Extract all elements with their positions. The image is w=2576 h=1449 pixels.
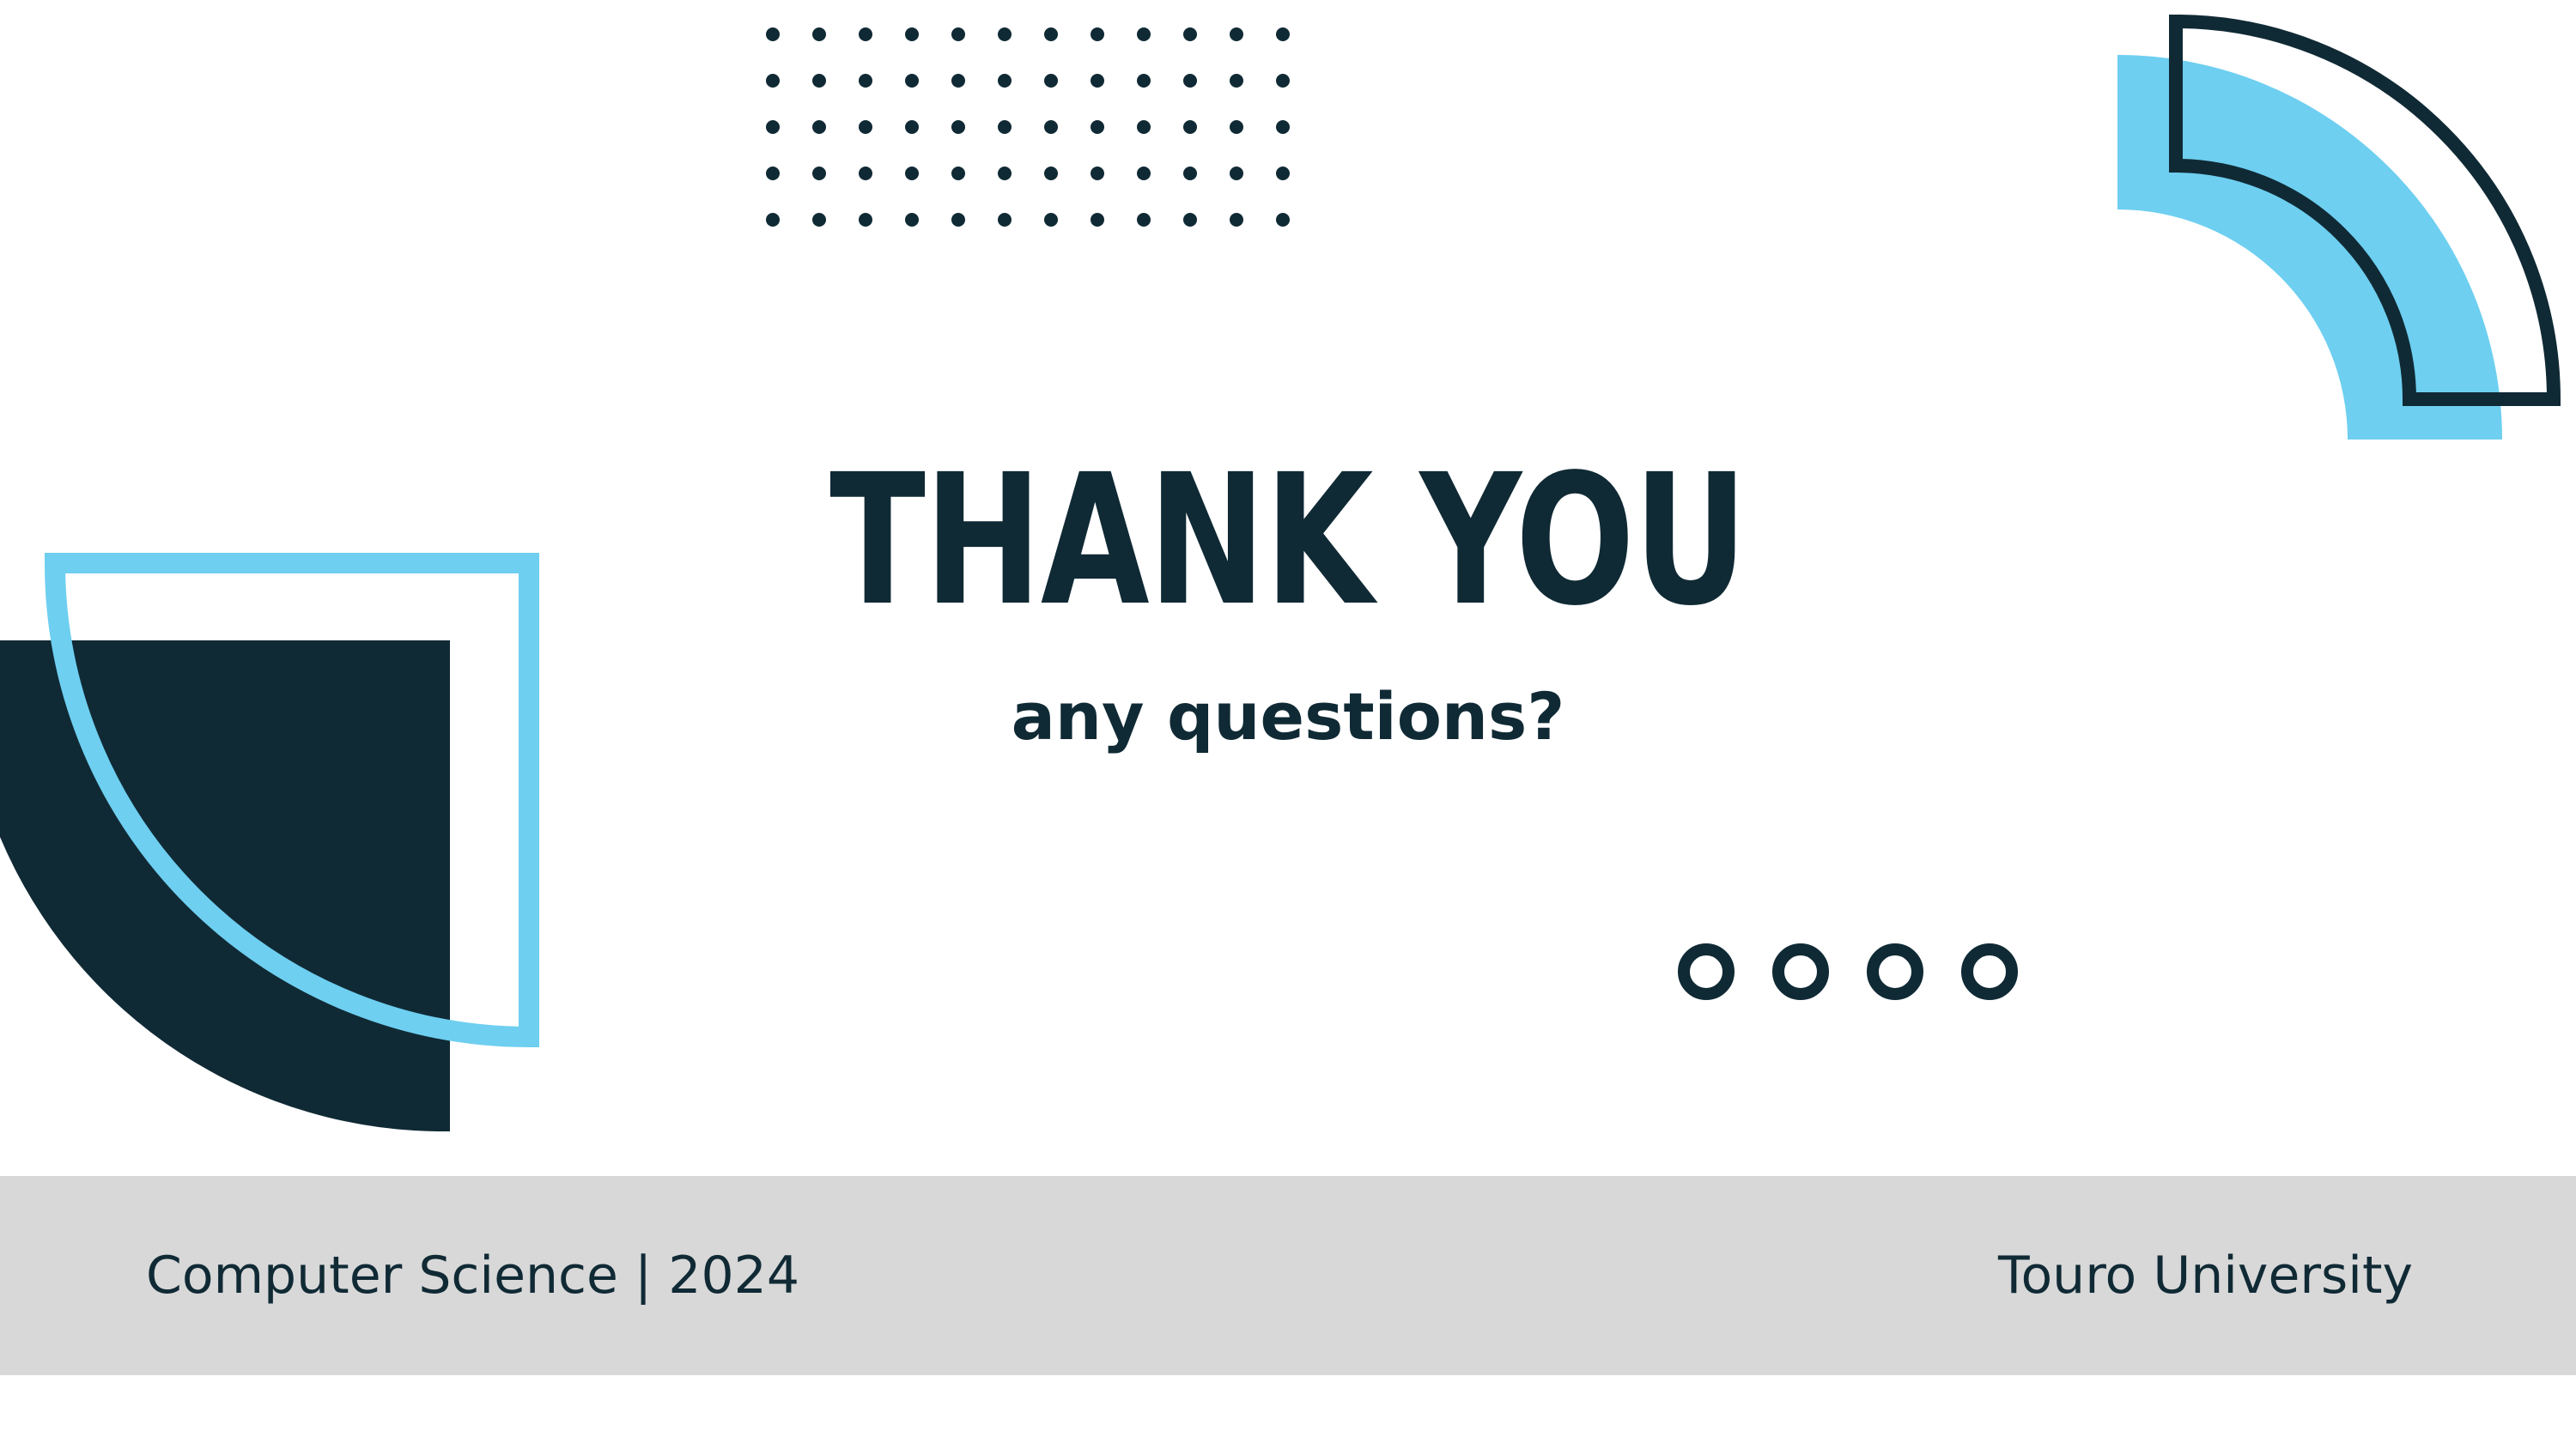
grid-dot (905, 167, 919, 180)
grid-dot (812, 74, 826, 88)
grid-dot (859, 27, 872, 41)
grid-dot (812, 27, 826, 41)
grid-dot (905, 120, 919, 134)
ring-icon (1678, 943, 1735, 1000)
grid-dot (766, 213, 780, 227)
grid-dot (1230, 213, 1243, 227)
grid-dot (766, 74, 780, 88)
grid-dot (812, 120, 826, 134)
slide-title: THANK YOU (829, 435, 1747, 646)
grid-dot (766, 167, 780, 180)
grid-dot (951, 213, 965, 227)
grid-dot (905, 74, 919, 88)
ring-icon (1961, 943, 2018, 1000)
grid-dot (859, 213, 872, 227)
grid-dot (1276, 74, 1290, 88)
grid-dot (1137, 74, 1151, 88)
grid-dot (905, 213, 919, 227)
grid-dot (812, 213, 826, 227)
grid-dot (859, 167, 872, 180)
grid-dot (1230, 74, 1243, 88)
grid-dot (951, 120, 965, 134)
grid-dot (1276, 167, 1290, 180)
slide: THANK YOU any questions? Computer Scienc… (0, 0, 2576, 1449)
grid-dot (1183, 213, 1197, 227)
grid-dot (1276, 120, 1290, 134)
grid-dot (998, 27, 1012, 41)
ring-icon (1867, 943, 1923, 1000)
grid-dot (1091, 213, 1104, 227)
grid-dot (905, 27, 919, 41)
grid-dot (1183, 27, 1197, 41)
grid-dot (1044, 213, 1058, 227)
footer-course-label: Computer Science | 2024 (146, 1246, 799, 1306)
footer-bar: Computer Science | 2024 Touro University (0, 1176, 2576, 1375)
grid-dot (1137, 213, 1151, 227)
grid-dot (998, 74, 1012, 88)
rings-decoration (1678, 943, 2018, 1000)
grid-dot (1183, 74, 1197, 88)
grid-dot (1137, 27, 1151, 41)
grid-dot (812, 167, 826, 180)
slide-subtitle: any questions? (1011, 678, 1565, 755)
grid-dot (859, 74, 872, 88)
grid-dot (1137, 167, 1151, 180)
grid-dot (766, 120, 780, 134)
grid-dot (1230, 167, 1243, 180)
grid-dot (1044, 120, 1058, 134)
grid-dot (998, 120, 1012, 134)
grid-dot (859, 120, 872, 134)
dot-grid-decoration (766, 27, 1290, 227)
grid-dot (951, 167, 965, 180)
grid-dot (1091, 120, 1104, 134)
grid-dot (1044, 74, 1058, 88)
grid-dot (1091, 27, 1104, 41)
grid-dot (1183, 120, 1197, 134)
grid-dot (1183, 167, 1197, 180)
grid-dot (1091, 167, 1104, 180)
grid-dot (998, 213, 1012, 227)
grid-dot (951, 27, 965, 41)
grid-dot (1091, 74, 1104, 88)
grid-dot (998, 167, 1012, 180)
footer-university-label: Touro University (1998, 1246, 2413, 1306)
grid-dot (1137, 120, 1151, 134)
grid-dot (1230, 120, 1243, 134)
grid-dot (951, 74, 965, 88)
grid-dot (1044, 27, 1058, 41)
grid-dot (1276, 27, 1290, 41)
grid-dot (766, 27, 780, 41)
grid-dot (1044, 167, 1058, 180)
grid-dot (1230, 27, 1243, 41)
grid-dot (1276, 213, 1290, 227)
ring-icon (1772, 943, 1829, 1000)
